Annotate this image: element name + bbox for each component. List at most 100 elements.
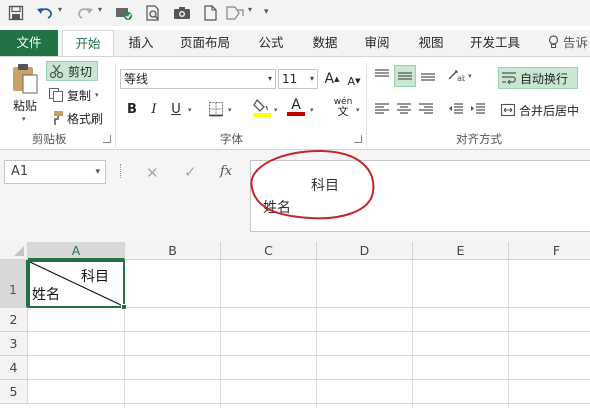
cancel-entry-icon[interactable]: ✕ [146, 164, 159, 182]
align-middle-button[interactable] [394, 65, 416, 87]
decrease-indent-button[interactable] [446, 99, 466, 119]
format-painter-button[interactable]: 格式刷 [48, 108, 108, 128]
underline-dropdown-icon[interactable]: ▾ [188, 106, 192, 114]
align-top-button[interactable] [372, 65, 392, 85]
confirm-entry-icon[interactable]: ✓ [184, 163, 197, 181]
tab-file[interactable]: 文件 [0, 30, 58, 56]
phonetic-button[interactable]: wén 文 [330, 97, 356, 117]
font-name-dropdown-icon[interactable]: ▾ [268, 70, 272, 88]
row-header-2[interactable]: 2 [0, 308, 28, 332]
copy-dropdown-icon[interactable]: ▾ [95, 91, 99, 99]
camera-icon[interactable] [172, 3, 192, 23]
tab-insert[interactable]: 插入 [118, 30, 164, 56]
phonetic-glyph-icon: 文 [337, 105, 349, 118]
font-name-combo[interactable]: 等线 ▾ [120, 69, 276, 89]
tab-view[interactable]: 视图 [408, 30, 454, 56]
name-box-dropdown-icon[interactable]: ▾ [95, 161, 100, 183]
column-header-a[interactable]: A [28, 242, 125, 260]
ribbon-tabs: 文件 开始 插入 页面布局 公式 数据 审阅 视图 开发工具 告诉 [0, 30, 590, 57]
column-header-e[interactable]: E [413, 242, 509, 260]
font-group-label: 字体 [220, 132, 243, 146]
red-annotation-circle [250, 149, 375, 220]
scissors-icon [49, 64, 64, 79]
paste-dropdown-icon[interactable]: ▾ [22, 115, 26, 123]
copy-icon [49, 88, 63, 102]
grow-font-button[interactable]: A ▲ [322, 69, 342, 89]
increase-indent-icon [471, 103, 485, 114]
undo-icon[interactable] [34, 3, 56, 23]
column-header-c[interactable]: C [221, 242, 317, 260]
cell-a1-name: 姓名 [32, 287, 60, 303]
row-header-3[interactable]: 3 [0, 332, 28, 356]
cut-button[interactable]: 剪切 [46, 61, 98, 81]
insert-function-button[interactable]: fx [220, 164, 232, 179]
tell-me-box[interactable]: 告诉 [544, 30, 590, 56]
formula-bar-grip[interactable] [120, 164, 122, 178]
shapes-icon[interactable] [224, 3, 246, 23]
paint-bucket-icon [253, 98, 271, 117]
borders-icon [209, 102, 223, 117]
paste-icon [13, 64, 38, 94]
copy-button[interactable]: 复制 ▾ [48, 85, 108, 105]
orientation-icon: ab [448, 70, 465, 83]
align-center-button[interactable] [394, 99, 414, 119]
column-header-b[interactable]: B [125, 242, 221, 260]
shrink-arrow-icon: ▼ [355, 77, 361, 85]
bold-button[interactable]: B [122, 99, 142, 119]
customize-icon[interactable]: ▾ [264, 7, 269, 17]
redo-dropdown-icon[interactable]: ▾ [98, 5, 102, 14]
borders-button[interactable] [206, 99, 226, 119]
orientation-dropdown-icon[interactable]: ▾ [468, 72, 472, 80]
tab-developer[interactable]: 开发工具 [462, 30, 528, 56]
borders-dropdown-icon[interactable]: ▾ [228, 106, 232, 114]
row-header-1[interactable]: 1 [0, 260, 28, 308]
increase-indent-button[interactable] [468, 99, 488, 119]
redo-icon[interactable] [74, 3, 96, 23]
align-bottom-button[interactable] [418, 65, 438, 85]
print-preview-icon[interactable] [144, 3, 162, 23]
italic-button[interactable]: I [144, 99, 164, 119]
new-document-icon[interactable] [202, 3, 218, 23]
align-left-button[interactable] [372, 99, 392, 119]
row-header-4[interactable]: 4 [0, 356, 28, 380]
svg-text:ab: ab [457, 74, 465, 83]
row-header-5[interactable]: 5 [0, 380, 28, 404]
column-header-d[interactable]: D [317, 242, 413, 260]
tab-formulas[interactable]: 公式 [248, 30, 294, 56]
cell-a1[interactable]: 科目 姓名 [28, 260, 125, 308]
shapes-dropdown-icon[interactable]: ▾ [248, 5, 252, 14]
column-header-f[interactable]: F [509, 242, 590, 260]
tab-review[interactable]: 审阅 [354, 30, 400, 56]
select-all-icon [14, 246, 24, 256]
font-size-combo[interactable]: 11 ▾ [278, 69, 318, 89]
tab-home[interactable]: 开始 [62, 30, 114, 57]
grow-arrow-icon: ▲ [334, 75, 340, 83]
orientation-button[interactable]: ab [446, 65, 466, 85]
fill-handle[interactable] [121, 304, 127, 310]
phonetic-dropdown-icon[interactable]: ▾ [356, 106, 360, 114]
paste-button[interactable]: 粘贴 [8, 63, 42, 123]
font-color-dropdown-icon[interactable]: ▾ [310, 106, 314, 114]
tab-data[interactable]: 数据 [302, 30, 348, 56]
font-size-dropdown-icon[interactable]: ▾ [310, 70, 314, 88]
font-launcher-icon[interactable] [354, 135, 362, 143]
underline-button[interactable]: U [166, 99, 186, 119]
fill-color-button[interactable] [252, 97, 272, 117]
save-icon[interactable] [6, 3, 26, 23]
align-left-icon [375, 103, 389, 114]
lightbulb-icon [548, 35, 559, 48]
tab-page-layout[interactable]: 页面布局 [170, 30, 240, 56]
name-box[interactable]: A1 ▾ [4, 160, 106, 184]
select-all-corner[interactable] [0, 242, 28, 260]
undo-dropdown-icon[interactable]: ▾ [58, 5, 62, 14]
font-color-button[interactable]: A [286, 97, 306, 117]
touch-mode-icon[interactable] [114, 3, 134, 23]
align-bottom-icon [421, 73, 435, 81]
merge-center-button[interactable]: 合并后居中 [500, 99, 590, 121]
align-right-button[interactable] [416, 99, 436, 119]
fill-color-dropdown-icon[interactable]: ▾ [274, 106, 278, 114]
shrink-font-button[interactable]: A ▼ [344, 71, 364, 91]
alignment-group-label: 对齐方式 [456, 132, 502, 146]
clipboard-launcher-icon[interactable] [103, 135, 111, 143]
wrap-text-button[interactable]: 自动换行 [498, 67, 578, 89]
